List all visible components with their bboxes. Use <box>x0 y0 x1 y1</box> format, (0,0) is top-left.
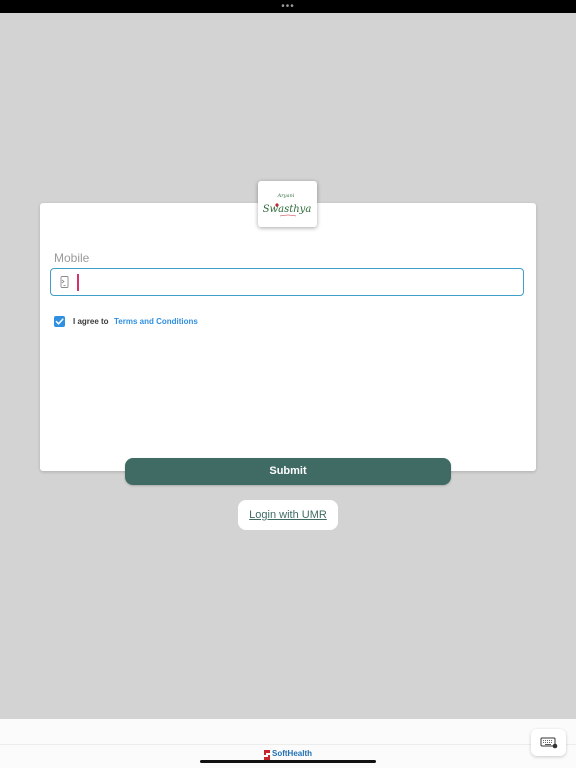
text-caret <box>77 274 79 291</box>
login-card <box>40 203 536 471</box>
checkmark-icon <box>55 318 64 325</box>
status-bar: ••• <box>0 0 576 13</box>
logo-swoosh-icon <box>279 214 297 217</box>
keyboard-icon <box>540 737 558 749</box>
logo-brand-line1: Aryani <box>277 193 295 199</box>
mobile-input[interactable] <box>76 272 518 292</box>
footer-divider <box>0 744 576 745</box>
softhealth-brand-text: SoftHealth <box>272 749 312 758</box>
mobile-phone-icon <box>60 276 69 288</box>
terms-link[interactable]: Terms and Conditions <box>114 317 198 326</box>
login-with-umr-button[interactable]: Login with UMR <box>238 500 338 530</box>
multitasking-dots[interactable]: ••• <box>281 2 295 12</box>
mobile-label: Mobile <box>54 251 90 265</box>
keyboard-button[interactable] <box>531 729 566 756</box>
terms-checkbox[interactable] <box>54 316 65 327</box>
app-logo-graphic: Aryani Swasthya <box>263 193 312 217</box>
app-logo: Aryani Swasthya <box>258 181 317 227</box>
logo-brand-line2: Swasthya <box>263 204 312 215</box>
home-indicator <box>200 760 376 763</box>
submit-button[interactable]: Submit <box>125 458 451 485</box>
mobile-field[interactable] <box>50 268 524 296</box>
logo-dot-icon <box>275 203 279 207</box>
agree-text: I agree to <box>73 317 109 326</box>
